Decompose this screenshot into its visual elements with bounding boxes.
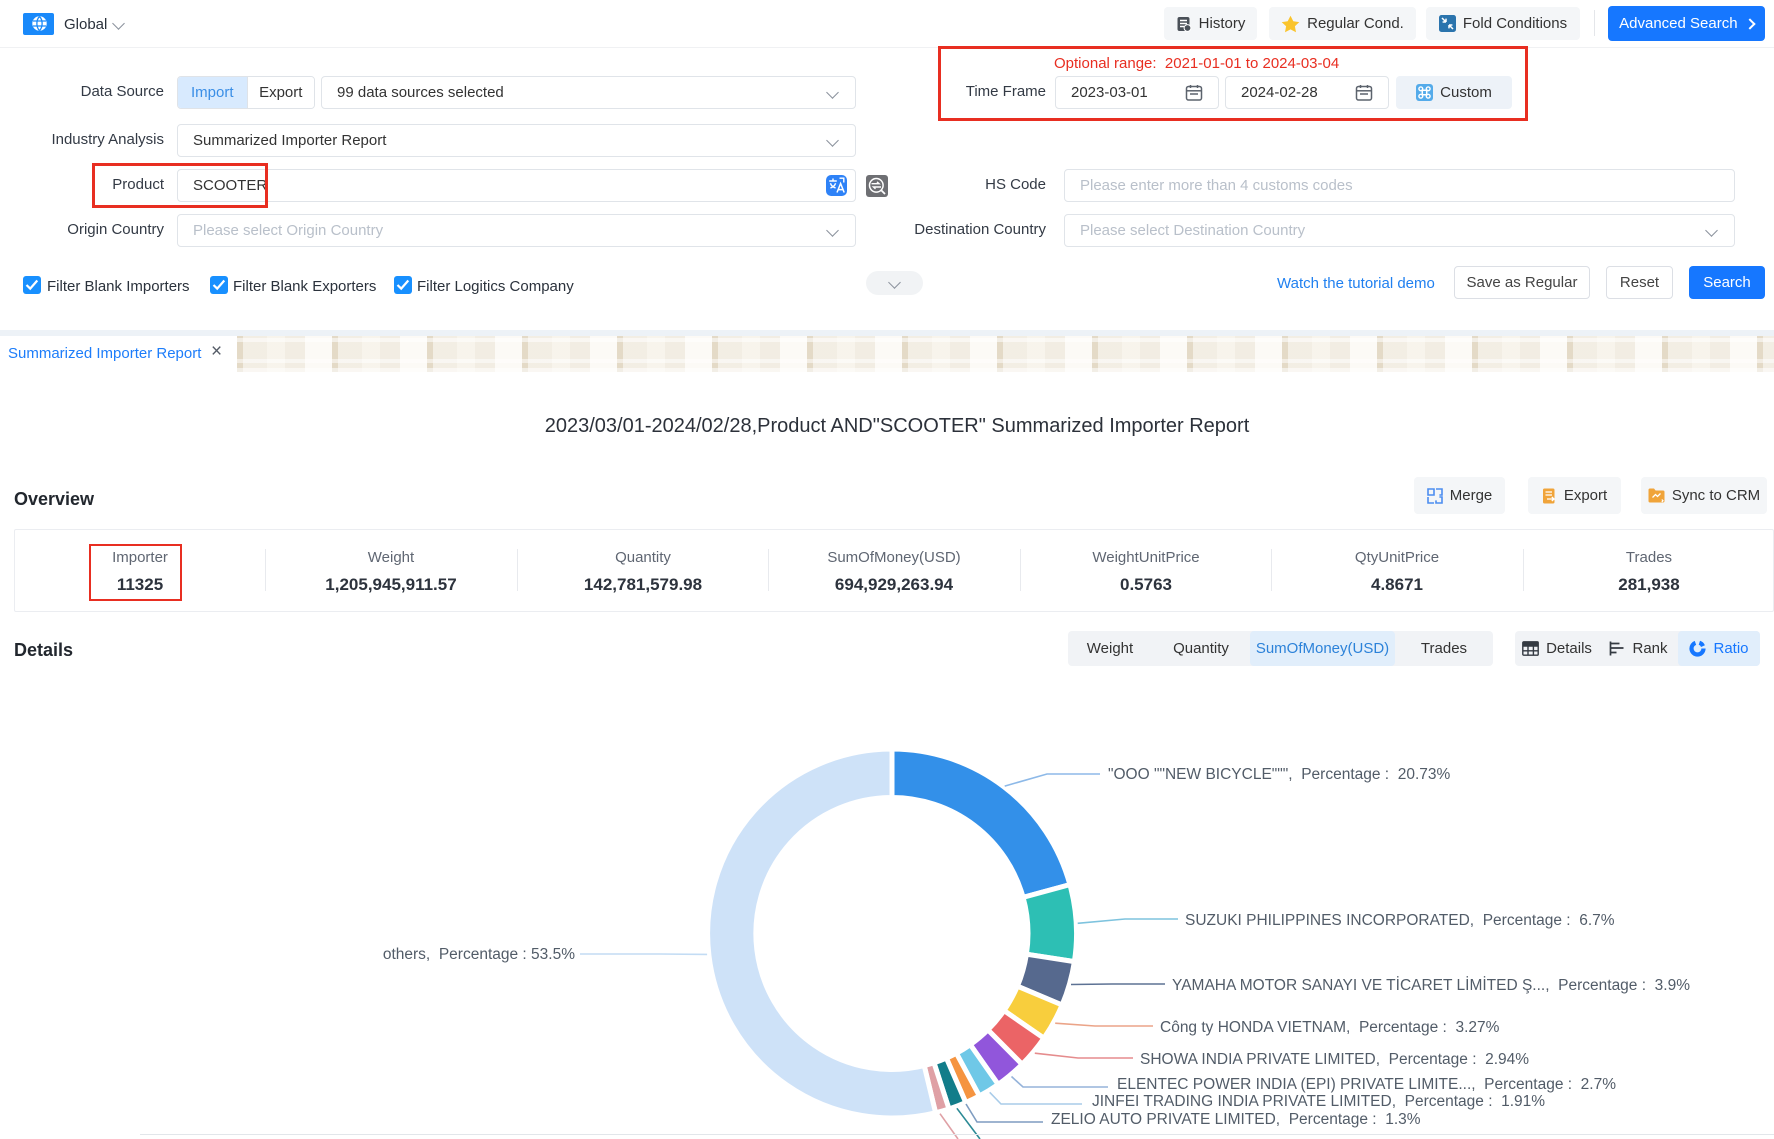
svg-text:others, Percentage : 53.5%: others, Percentage : 53.5% <box>383 946 575 963</box>
svg-text:SUZUKI PHILIPPINES INCORPORATE: SUZUKI PHILIPPINES INCORPORATED, Percent… <box>1185 912 1615 929</box>
svg-text:Công ty HONDA VIETNAM, Perce: Công ty HONDA VIETNAM, Percentage : 3.27… <box>1160 1019 1500 1036</box>
svg-text:"OOO ""NEW BICYCLE""", Perce: "OOO ""NEW BICYCLE""", Percentage : 20.7… <box>1108 766 1450 783</box>
svg-text:ZELIO AUTO PRIVATE LIMITED,: ZELIO AUTO PRIVATE LIMITED, Percentage :… <box>1051 1111 1421 1128</box>
svg-text:ELENTEC POWER INDIA (EPI) PRIV: ELENTEC POWER INDIA (EPI) PRIVATE LIMITE… <box>1117 1076 1616 1093</box>
svg-text:SHOWA INDIA PRIVATE LIMITED,: SHOWA INDIA PRIVATE LIMITED, Percentage … <box>1140 1051 1529 1068</box>
svg-text:JINFEI TRADING INDIA PRIVATE L: JINFEI TRADING INDIA PRIVATE LIMITED, Pe… <box>1092 1093 1545 1110</box>
svg-text:YAMAHA MOTOR SANAYI VE TİCARET: YAMAHA MOTOR SANAYI VE TİCARET LİMİTED Ş… <box>1172 976 1690 994</box>
